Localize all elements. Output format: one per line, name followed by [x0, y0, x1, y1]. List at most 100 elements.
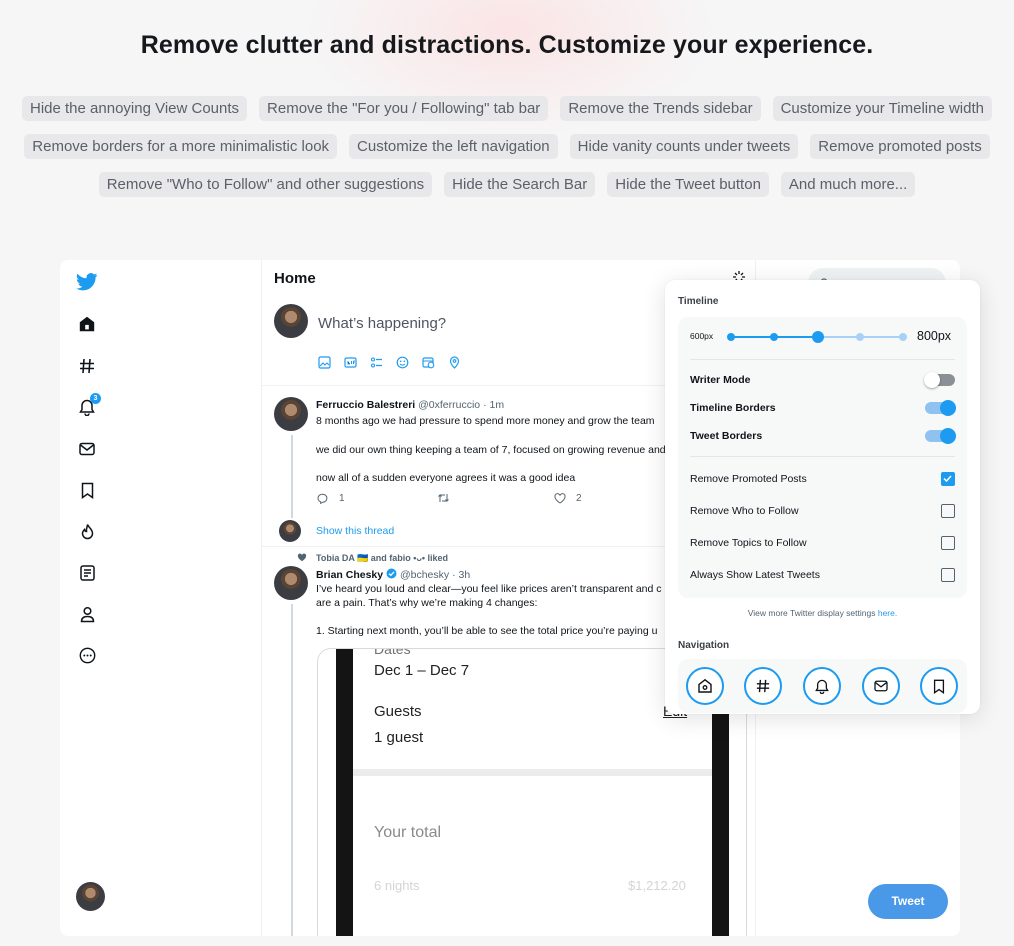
feature-pill: Remove the "For you / Following" tab bar: [259, 96, 549, 121]
reply-action[interactable]: 1: [317, 493, 345, 504]
tweet-button[interactable]: Tweet: [868, 884, 948, 919]
nights-label: 6 nights: [374, 878, 420, 893]
location-icon[interactable]: [448, 356, 462, 370]
remove-topics-checkbox[interactable]: [941, 536, 955, 550]
feature-pill: Customize your Timeline width: [772, 96, 992, 121]
nav-bookmarks-button[interactable]: [920, 667, 958, 705]
list-icon[interactable]: [76, 562, 98, 584]
tweet-text: now all of a sudden everyone agrees it w…: [316, 472, 576, 484]
account-avatar[interactable]: [76, 882, 105, 911]
more-icon[interactable]: [76, 644, 98, 666]
tweet-handle: @0xferruccio · 1m: [418, 399, 505, 411]
remove-promoted-checkbox[interactable]: [941, 472, 955, 486]
mail-icon[interactable]: [76, 438, 98, 460]
compose-input[interactable]: What’s happening?: [318, 315, 446, 332]
compose-avatar: [274, 304, 308, 338]
feature-pill: Remove promoted posts: [810, 134, 990, 159]
slider-stop[interactable]: [727, 333, 735, 341]
slider-min-label: 600px: [690, 331, 714, 341]
display-settings-note: View more Twitter display settings here.: [747, 608, 898, 618]
timeline-section-title: Timeline: [678, 296, 719, 307]
person-icon[interactable]: [76, 603, 98, 625]
home-icon: [698, 678, 712, 693]
remove-promoted-row[interactable]: Remove Promoted Posts: [690, 469, 955, 489]
latest-tweets-row[interactable]: Always Show Latest Tweets: [690, 565, 955, 585]
poll-icon[interactable]: [370, 356, 384, 370]
liked-heart-icon: [297, 553, 307, 562]
tweet-author[interactable]: Brian Chesky @bchesky · 3h: [316, 568, 470, 581]
retweet-icon[interactable]: [437, 493, 450, 503]
timeline-settings-box: 600px 800px Writer Mode Timeline Borders…: [678, 317, 967, 598]
tweet-text: 1. Starting next month, you’ll be able t…: [316, 625, 658, 637]
show-thread-link[interactable]: Show this thread: [316, 525, 394, 537]
latest-tweets-checkbox[interactable]: [941, 568, 955, 582]
guests-label: Guests: [374, 703, 422, 720]
total-label: Your total: [374, 824, 442, 841]
social-context[interactable]: Tobia DA 🇺🇦 and fabio •ᴗ• liked: [316, 553, 448, 564]
divider: [690, 359, 955, 360]
tweet-avatar[interactable]: [274, 397, 308, 431]
gif-icon[interactable]: [344, 356, 358, 370]
writer-mode-row[interactable]: Writer Mode: [690, 370, 955, 390]
tweet-text: 8 months ago we had pressure to spend mo…: [316, 415, 655, 427]
tweet-borders-toggle[interactable]: [925, 428, 956, 444]
feature-pill-row-1: Hide the annoying View Counts Remove the…: [0, 96, 1014, 121]
remove-who-to-follow-checkbox[interactable]: [941, 504, 955, 518]
display-settings-link[interactable]: here.: [878, 608, 897, 618]
dates-value: Dec 1 – Dec 7: [374, 662, 470, 679]
twitter-logo-icon[interactable]: [76, 271, 98, 293]
phone-bezel: [336, 649, 353, 936]
tweet-text: we did our own thing keeping a team of 7…: [316, 444, 666, 456]
navigation-section-title: Navigation: [678, 640, 730, 651]
schedule-icon[interactable]: [422, 356, 436, 370]
emoji-icon[interactable]: [396, 356, 410, 370]
feature-pill: Hide the Tweet button: [607, 172, 769, 197]
hashtag-icon[interactable]: [76, 355, 98, 377]
bell-icon[interactable]: 3: [76, 393, 101, 418]
like-action[interactable]: 2: [554, 493, 582, 504]
reply-count: 1: [339, 493, 345, 504]
timeline-borders-row[interactable]: Timeline Borders: [690, 398, 956, 418]
timeline-width-slider[interactable]: 600px 800px: [690, 327, 955, 347]
image-icon[interactable]: [318, 356, 332, 370]
feature-pill: Hide vanity counts under tweets: [569, 134, 799, 159]
bookmark-icon: [933, 679, 945, 694]
remove-topics-row[interactable]: Remove Topics to Follow: [690, 533, 955, 553]
heart-icon: [554, 493, 566, 504]
home-icon[interactable]: [76, 313, 98, 335]
feature-pill: Remove the Trends sidebar: [560, 96, 761, 121]
feature-pill: Customize the left navigation: [349, 134, 558, 159]
nav-home-button[interactable]: [686, 667, 724, 705]
bookmark-icon[interactable]: [76, 479, 98, 501]
feature-pill: Hide the annoying View Counts: [22, 96, 248, 121]
mail-icon: [874, 680, 888, 692]
tweet-avatar[interactable]: [274, 566, 308, 600]
booking-screen: Dates Dec 1 – Dec 7 Guests Edit 1 guest …: [353, 649, 712, 936]
feature-pill: Remove borders for a more minimalistic l…: [24, 134, 338, 159]
divider: [690, 456, 955, 457]
notification-badge: 3: [90, 393, 101, 404]
fire-icon[interactable]: [76, 520, 98, 542]
writer-mode-toggle[interactable]: [924, 372, 955, 388]
slider-stop[interactable]: [856, 333, 864, 341]
tweet-author[interactable]: Ferruccio Balestreri @0xferruccio · 1m: [316, 399, 504, 411]
remove-who-to-follow-row[interactable]: Remove Who to Follow: [690, 501, 955, 521]
thread-avatar: [279, 520, 301, 542]
slider-value-label: 800px: [917, 329, 952, 343]
page-headline: Remove clutter and distractions. Customi…: [140, 31, 874, 59]
tweet-handle: @bchesky · 3h: [399, 569, 471, 581]
tweet-borders-row[interactable]: Tweet Borders: [690, 426, 956, 446]
nav-messages-button[interactable]: [862, 667, 900, 705]
tweet-text: are a pain. That’s why we’re making 4 ch…: [316, 597, 538, 609]
page-title: Home: [274, 270, 316, 287]
like-count: 2: [576, 493, 582, 504]
timeline-borders-toggle[interactable]: [925, 400, 956, 416]
nav-notifications-button[interactable]: [803, 667, 841, 705]
slider-stop[interactable]: [770, 333, 778, 341]
nav-explore-button[interactable]: [744, 667, 782, 705]
slider-thumb[interactable]: [812, 331, 824, 343]
reply-icon: [317, 493, 328, 504]
slider-stop[interactable]: [899, 333, 907, 341]
dates-label: Dates: [374, 648, 411, 657]
hashtag-icon: [756, 679, 770, 693]
